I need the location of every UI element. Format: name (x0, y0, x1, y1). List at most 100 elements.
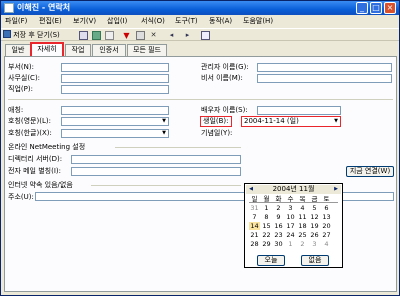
close-button[interactable]: × (384, 2, 396, 14)
calendar-day[interactable]: 4 (321, 240, 332, 248)
directory-label: 디렉터리 서버(D): (8, 155, 63, 163)
calendar-day[interactable]: 1 (261, 204, 272, 212)
calendar-day[interactable]: 14 (249, 222, 260, 230)
print-icon[interactable] (92, 31, 101, 40)
calendar-day[interactable]: 1 (285, 240, 296, 248)
netmeeting-section-title: 온라인 NetMeeting 설정 (8, 143, 86, 151)
previous-item-icon[interactable]: ◂ (167, 31, 176, 40)
tab-activities[interactable]: 작업 (65, 44, 91, 56)
profession-label: 직업(P): (8, 85, 33, 93)
contact-card-icon (4, 3, 14, 13)
title-en-combo[interactable]: ▼ (61, 117, 169, 126)
calendar-day[interactable]: 11 (297, 213, 308, 221)
help-icon[interactable] (201, 31, 210, 40)
tab-certificates[interactable]: 인증서 (92, 44, 126, 56)
calendar-day[interactable]: 4 (297, 204, 308, 212)
calendar-day[interactable]: 25 (297, 231, 308, 239)
calendar-day[interactable]: 9 (273, 213, 284, 221)
birthday-combo[interactable]: 2004-11-14 (일) ▼ (241, 116, 341, 127)
chevron-down-icon[interactable]: ▼ (332, 117, 340, 125)
menu-view[interactable]: 보기(V) (73, 16, 96, 26)
title-ko-combo[interactable]: ▼ (61, 129, 169, 138)
flag-icon[interactable]: ▼ (122, 31, 131, 40)
attach-file-icon[interactable] (105, 31, 114, 40)
calendar-day[interactable]: 15 (261, 222, 272, 230)
menu-edit[interactable]: 편집(E) (39, 16, 62, 26)
manager-field[interactable] (257, 63, 392, 72)
calendar-day[interactable]: 12 (309, 213, 320, 221)
directory-field[interactable] (71, 155, 241, 164)
nickname-label: 애칭: (8, 106, 24, 114)
chevron-down-icon[interactable]: ▼ (160, 118, 168, 125)
calendar-day[interactable]: 23 (273, 231, 284, 239)
minimize-button[interactable]: _ (356, 2, 368, 14)
menu-help[interactable]: 도움말(H) (243, 16, 273, 26)
date-picker-popup[interactable]: ◀ 2004년 11월 ▶ 일 월 화 수 목 금 토 오늘 없음 31 1 2 3 4… (244, 183, 343, 268)
today-button[interactable]: 오늘 (257, 255, 285, 266)
calendar-day[interactable]: 26 (309, 231, 320, 239)
previous-month-button[interactable]: ◀ (247, 185, 255, 194)
menu-file[interactable]: 파일(F) (5, 16, 27, 26)
divider (249, 202, 338, 203)
tab-all-fields[interactable]: 모든 필드 (127, 44, 167, 56)
calendar-day[interactable]: 16 (273, 222, 284, 230)
title-bar[interactable]: 이해진 - 연락처 _ □ × (1, 1, 399, 15)
next-item-icon[interactable]: ▸ (183, 31, 192, 40)
calendar-day[interactable]: 7 (249, 213, 260, 221)
calendar-day[interactable]: 22 (261, 231, 272, 239)
chevron-down-icon[interactable]: ▼ (160, 130, 168, 137)
connect-now-button[interactable]: 지금 연결(W) (346, 166, 394, 177)
manager-label: 관리자 이름(G): (201, 63, 249, 71)
title-ko-label: 호칭(한글)(X): (8, 129, 52, 137)
none-button[interactable]: 없음 (301, 255, 329, 266)
office-field[interactable] (61, 74, 169, 83)
nickname-field[interactable] (61, 106, 169, 115)
tab-general[interactable]: 일반 (5, 44, 31, 56)
calendar-day[interactable]: 13 (321, 213, 332, 221)
calendar-day[interactable]: 8 (261, 213, 272, 221)
calendar-day[interactable]: 6 (321, 204, 332, 212)
menu-format[interactable]: 서식(O) (141, 16, 165, 26)
delete-icon[interactable]: ✕ (149, 31, 158, 40)
calendar-day[interactable]: 10 (285, 213, 296, 221)
menu-tools[interactable]: 도구(T) (175, 16, 198, 26)
calendar-day[interactable]: 2 (273, 204, 284, 212)
office-label: 사무실(C): (8, 74, 41, 82)
calendar-day[interactable]: 5 (309, 204, 320, 212)
calendar-day[interactable]: 19 (309, 222, 320, 230)
calendar-day[interactable]: 29 (261, 240, 272, 248)
calendar-day[interactable]: 17 (285, 222, 296, 230)
calendar-day[interactable]: 3 (309, 240, 320, 248)
calendar-day[interactable]: 3 (285, 204, 296, 212)
tab-strip: 일반 자세히 작업 인증서 모든 필드 (1, 42, 399, 56)
toolbar: 저장 후 닫기(S) ▼ ✕ ◂ ▸ (1, 28, 399, 41)
calendar-day[interactable]: 18 (297, 222, 308, 230)
profession-field[interactable] (61, 85, 169, 94)
menu-insert[interactable]: 삽입(I) (107, 16, 127, 26)
save-icon[interactable] (79, 31, 88, 40)
calendar-month-title[interactable]: 2004년 11월 (258, 185, 329, 194)
divider (91, 185, 241, 186)
email-alias-field[interactable] (71, 167, 241, 176)
menu-actions[interactable]: 동작(A) (209, 16, 232, 26)
address-label: 주소(U): (8, 193, 34, 201)
maximize-button[interactable]: □ (370, 2, 382, 14)
calendar-day[interactable]: 2 (297, 240, 308, 248)
calendar-day[interactable]: 28 (249, 240, 260, 248)
calendar-day[interactable]: 30 (273, 240, 284, 248)
assistant-field[interactable] (257, 74, 392, 83)
calendar-day[interactable]: 24 (285, 231, 296, 239)
next-month-button[interactable]: ▶ (332, 185, 340, 194)
department-field[interactable] (61, 63, 169, 72)
tab-details[interactable]: 자세히 (30, 42, 64, 56)
birthday-label: 생일(B): (200, 116, 232, 127)
spouse-field[interactable] (257, 106, 341, 115)
calendar-day[interactable]: 20 (321, 222, 332, 230)
calendar-day[interactable]: 31 (249, 204, 260, 212)
calendar-day[interactable]: 27 (321, 231, 332, 239)
save-icon (3, 30, 11, 38)
save-and-close-button[interactable]: 저장 후 닫기(S) (3, 30, 60, 41)
email-alias-label: 전자 메일 별칭(I): (8, 167, 61, 175)
categories-icon[interactable] (136, 31, 145, 40)
calendar-day[interactable]: 21 (249, 231, 260, 239)
